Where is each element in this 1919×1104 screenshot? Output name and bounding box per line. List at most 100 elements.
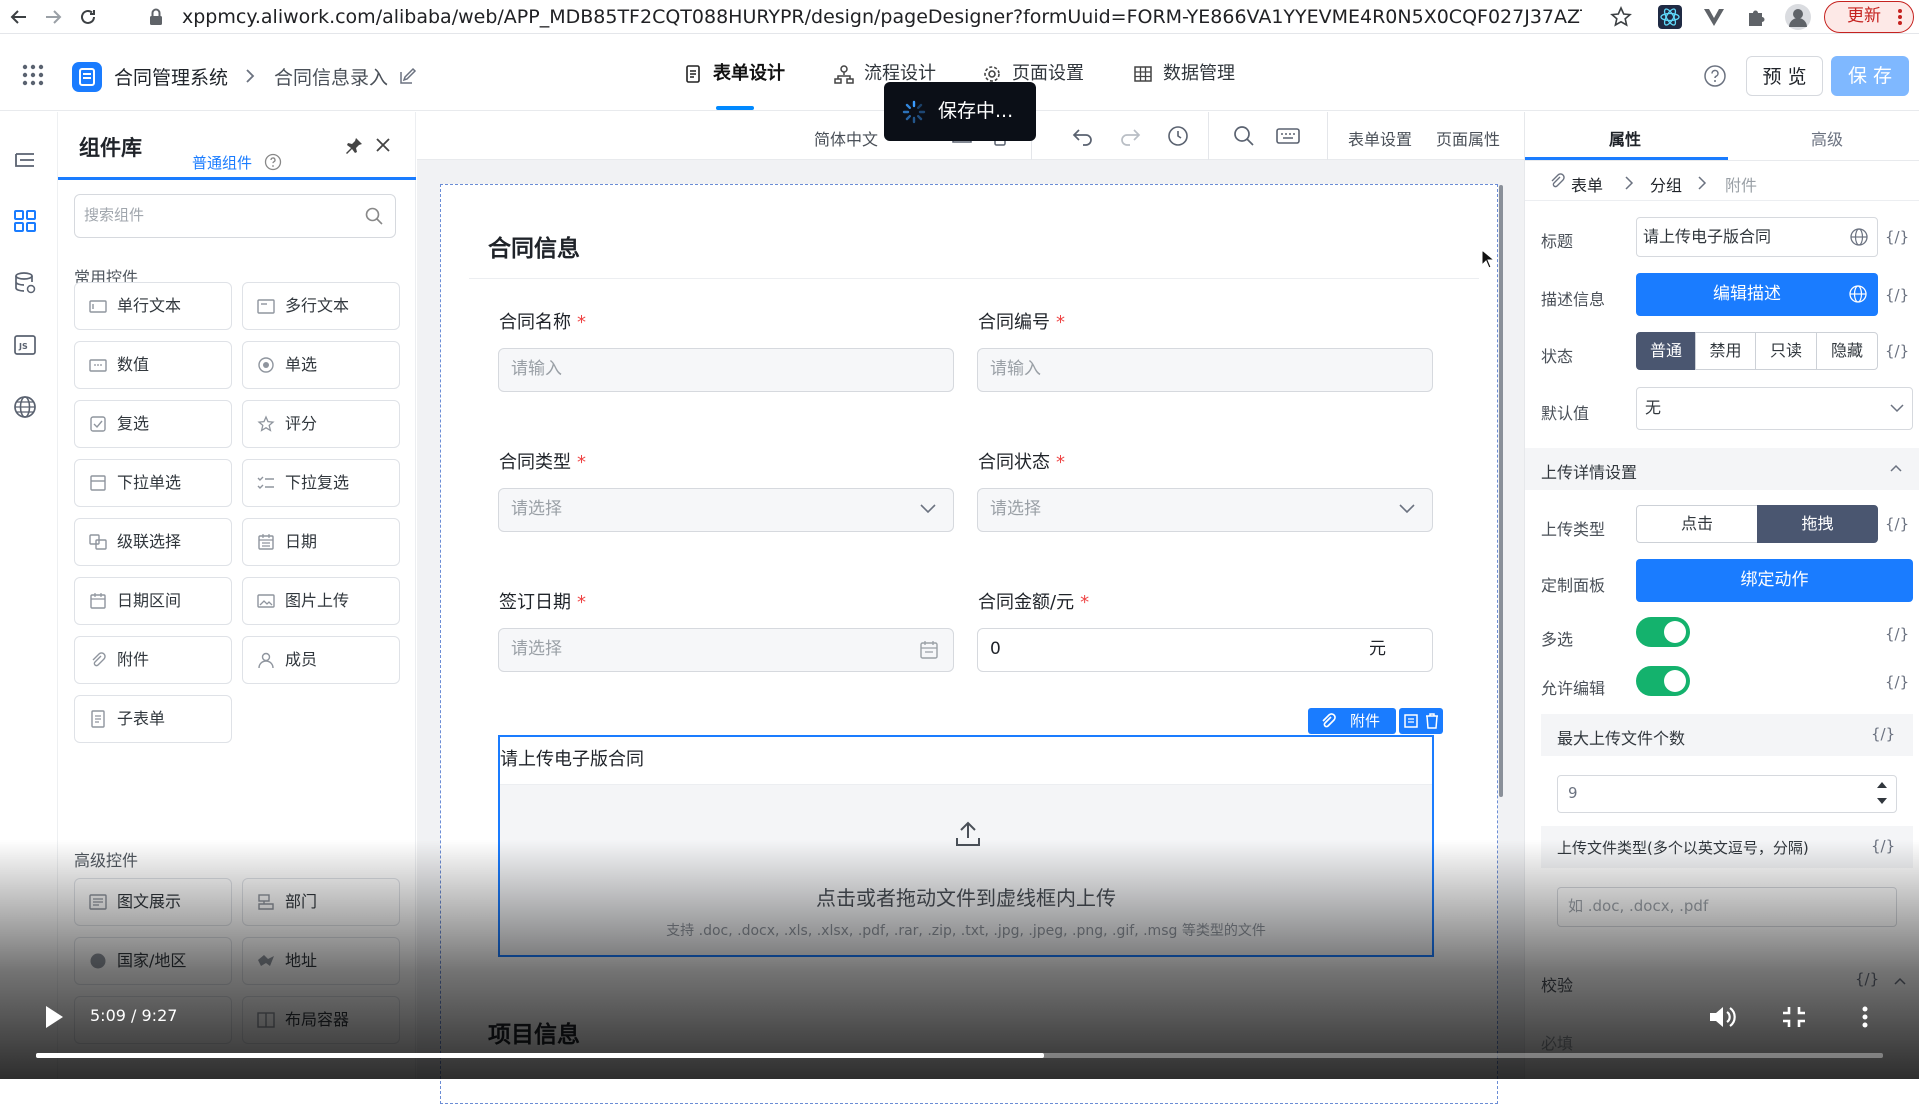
component-cascade-select[interactable]: 级联选择 bbox=[74, 518, 232, 566]
component-multi-line-text[interactable]: 多行文本 bbox=[242, 282, 400, 330]
page-properties-button[interactable]: 页面属性 bbox=[1436, 126, 1500, 150]
play-icon[interactable] bbox=[44, 1005, 64, 1029]
contract-number-input[interactable]: 请输入 bbox=[977, 348, 1433, 392]
component-rich-display[interactable]: 图文展示 bbox=[74, 878, 232, 926]
variable-binding-button[interactable]: {/} bbox=[1885, 286, 1909, 304]
lock-icon[interactable] bbox=[148, 7, 164, 27]
forward-arrow-icon[interactable] bbox=[42, 6, 64, 28]
search-icon[interactable] bbox=[1233, 125, 1255, 147]
attachment-field-selected[interactable]: 请上传电子版合同 点击或者拖动文件到虚线框内上传 支持 .doc, .docx,… bbox=[498, 735, 1434, 957]
js-code-icon[interactable]: JS bbox=[12, 332, 38, 358]
contract-type-select[interactable]: 请选择 bbox=[498, 488, 954, 532]
stepper-up-icon[interactable] bbox=[1876, 780, 1888, 790]
file-types-input[interactable]: 如 .doc, .docx, .pdf bbox=[1557, 887, 1897, 927]
copy-icon[interactable] bbox=[1403, 712, 1421, 730]
vue-extension-icon[interactable] bbox=[1703, 6, 1725, 28]
pin-icon[interactable] bbox=[344, 136, 364, 156]
preview-button[interactable]: 预 览 bbox=[1746, 56, 1823, 96]
profile-avatar-icon[interactable] bbox=[1785, 4, 1811, 30]
globe-icon[interactable] bbox=[12, 394, 38, 420]
state-hidden[interactable]: 隐藏 bbox=[1816, 332, 1878, 370]
language-selector[interactable]: 简体中文 bbox=[814, 126, 878, 150]
component-layout-container[interactable]: 布局容器 bbox=[242, 996, 400, 1044]
upload-type-drag[interactable]: 拖拽 bbox=[1757, 505, 1878, 543]
state-normal[interactable]: 普通 bbox=[1636, 332, 1696, 370]
variable-binding-button[interactable]: {/} bbox=[1871, 837, 1895, 855]
variable-binding-button[interactable]: {/} bbox=[1885, 342, 1909, 360]
variable-binding-button[interactable]: {/} bbox=[1885, 515, 1909, 533]
component-number[interactable]: 数值 bbox=[74, 341, 232, 389]
star-icon[interactable] bbox=[1610, 6, 1632, 28]
form-settings-button[interactable]: 表单设置 bbox=[1348, 126, 1412, 150]
contract-amount-input[interactable]: 0 元 bbox=[977, 628, 1433, 672]
variable-binding-button[interactable]: {/} bbox=[1871, 725, 1895, 743]
upload-type-click[interactable]: 点击 bbox=[1636, 505, 1758, 543]
upload-dropzone[interactable]: 点击或者拖动文件到虚线框内上传 支持 .doc, .docx, .xls, .x… bbox=[500, 784, 1432, 955]
undo-icon[interactable] bbox=[1072, 126, 1094, 146]
save-button[interactable]: 保 存 bbox=[1831, 56, 1909, 96]
default-value-select[interactable]: 无 bbox=[1636, 387, 1913, 430]
contract-status-select[interactable]: 请选择 bbox=[977, 488, 1433, 532]
max-files-stepper[interactable]: 9 bbox=[1557, 775, 1897, 813]
component-dropdown-single[interactable]: 下拉单选 bbox=[74, 459, 232, 507]
address-bar[interactable]: xppmcy.aliwork.com/alibaba/web/APP_MDB85… bbox=[182, 5, 1582, 29]
components-grid-icon[interactable] bbox=[12, 208, 38, 234]
more-options-icon[interactable] bbox=[1862, 1006, 1868, 1028]
breadcrumb-group[interactable]: 分组 bbox=[1650, 172, 1682, 196]
state-disabled[interactable]: 禁用 bbox=[1695, 332, 1756, 370]
history-clock-icon[interactable] bbox=[1167, 125, 1189, 147]
video-progress-track[interactable] bbox=[36, 1053, 1883, 1058]
variable-binding-button[interactable]: {/} bbox=[1885, 673, 1909, 691]
keyboard-icon[interactable] bbox=[1276, 127, 1300, 145]
component-checkbox[interactable]: 复选 bbox=[74, 400, 232, 448]
tab-advanced[interactable]: 高级 bbox=[1811, 126, 1843, 150]
app-grid-icon[interactable] bbox=[22, 64, 44, 86]
component-radio[interactable]: 单选 bbox=[242, 341, 400, 389]
component-address[interactable]: 地址 bbox=[242, 937, 400, 985]
variable-binding-button[interactable]: {/} bbox=[1885, 228, 1909, 246]
exit-fullscreen-icon[interactable] bbox=[1782, 1006, 1806, 1028]
search-component-input[interactable]: 搜索组件 bbox=[74, 194, 396, 238]
component-rating[interactable]: 评分 bbox=[242, 400, 400, 448]
edit-description-button[interactable]: 编辑描述 bbox=[1636, 273, 1878, 316]
component-image-upload[interactable]: 图片上传 bbox=[242, 577, 400, 625]
contract-name-input[interactable]: 请输入 bbox=[498, 348, 954, 392]
volume-icon[interactable] bbox=[1708, 1004, 1738, 1030]
bind-action-button[interactable]: 绑定动作 bbox=[1636, 559, 1913, 602]
multi-select-toggle[interactable] bbox=[1636, 617, 1690, 647]
app-name[interactable]: 合同管理系统 bbox=[114, 63, 228, 90]
title-input[interactable]: 请上传电子版合同 bbox=[1636, 217, 1878, 257]
sign-date-picker[interactable]: 请选择 bbox=[498, 628, 954, 672]
tab-data-management[interactable]: 数据管理 bbox=[1134, 62, 1235, 86]
outline-tree-icon[interactable] bbox=[12, 148, 38, 174]
variable-binding-button[interactable]: {/} bbox=[1885, 625, 1909, 643]
data-source-icon[interactable] bbox=[12, 270, 38, 296]
component-department[interactable]: 部门 bbox=[242, 878, 400, 926]
reload-icon[interactable] bbox=[77, 6, 99, 28]
help-circle-icon[interactable] bbox=[264, 153, 282, 171]
search-icon[interactable] bbox=[364, 206, 384, 226]
stepper-down-icon[interactable] bbox=[1876, 796, 1888, 806]
globe-icon[interactable] bbox=[1849, 227, 1869, 247]
component-dropdown-multi[interactable]: 下拉复选 bbox=[242, 459, 400, 507]
variable-binding-button[interactable]: {/} bbox=[1855, 970, 1879, 988]
breadcrumb-form[interactable]: 表单 bbox=[1571, 172, 1603, 196]
trash-icon[interactable] bbox=[1423, 712, 1441, 730]
page-name[interactable]: 合同信息录入 bbox=[274, 63, 388, 90]
component-date[interactable]: 日期 bbox=[242, 518, 400, 566]
component-attachment[interactable]: 附件 bbox=[74, 636, 232, 684]
redo-icon[interactable] bbox=[1119, 126, 1141, 146]
react-extension-icon[interactable] bbox=[1658, 5, 1682, 29]
tab-properties[interactable]: 属性 bbox=[1609, 126, 1641, 150]
tab-form-design[interactable]: 表单设计 bbox=[686, 62, 785, 86]
component-country-region[interactable]: 国家/地区 bbox=[74, 937, 232, 985]
back-arrow-icon[interactable] bbox=[8, 6, 30, 28]
edit-icon[interactable] bbox=[398, 66, 418, 86]
update-button[interactable]: 更新 bbox=[1824, 1, 1914, 33]
state-readonly[interactable]: 只读 bbox=[1755, 332, 1817, 370]
extensions-puzzle-icon[interactable] bbox=[1745, 6, 1767, 28]
allow-edit-toggle[interactable] bbox=[1636, 666, 1690, 696]
help-circle-icon[interactable] bbox=[1703, 64, 1727, 88]
component-subform[interactable]: 子表单 bbox=[74, 695, 232, 743]
upload-settings-header[interactable]: 上传详情设置 bbox=[1525, 448, 1919, 490]
